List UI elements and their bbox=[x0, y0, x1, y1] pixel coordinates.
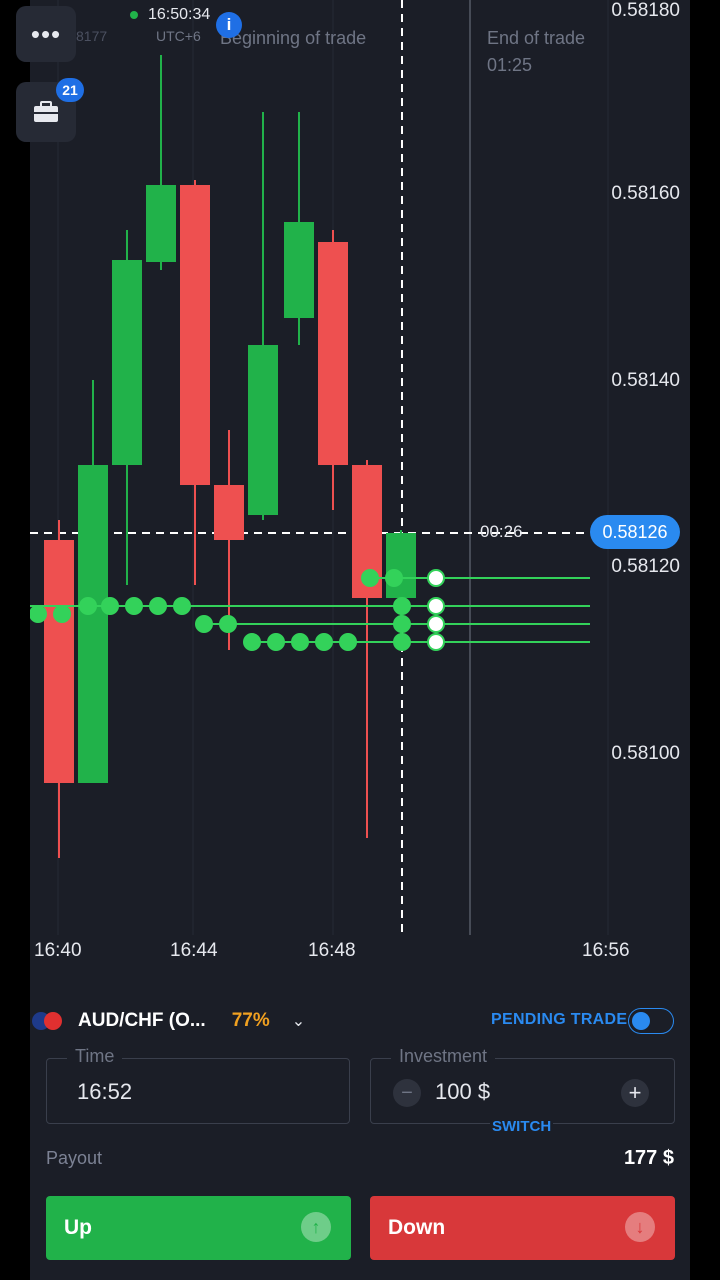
info-icon[interactable]: i bbox=[216, 12, 242, 38]
time-tick: 16:44 bbox=[170, 940, 218, 961]
arrow-up-icon: ↑ bbox=[301, 1212, 331, 1242]
asset-name: AUD/CHF (O... bbox=[78, 1010, 206, 1031]
trade-marker-icon bbox=[291, 633, 309, 651]
trade-marker-icon bbox=[125, 597, 143, 615]
trade-marker-icon bbox=[427, 615, 445, 633]
minus-icon: − bbox=[401, 1081, 413, 1104]
arrow-down-icon: ↓ bbox=[625, 1212, 655, 1242]
trade-markers bbox=[30, 569, 590, 651]
price-tick: 0.58180 bbox=[611, 0, 680, 21]
trade-marker-icon bbox=[427, 633, 445, 651]
candle-body bbox=[214, 485, 244, 540]
up-button[interactable]: Up ↑ bbox=[46, 1196, 351, 1260]
candles bbox=[44, 55, 416, 858]
menu-button[interactable]: ••• bbox=[16, 6, 76, 62]
price-chart[interactable]: 0.58180 0.58160 0.58140 0.58120 0.58100 … bbox=[30, 0, 690, 985]
trade-marker-icon bbox=[315, 633, 333, 651]
price-tick: 0.58120 bbox=[611, 556, 680, 577]
server-clock: 16:50:34 bbox=[130, 6, 210, 24]
candle-body bbox=[180, 185, 210, 485]
trading-app: 0.58180 0.58160 0.58140 0.58120 0.58100 … bbox=[0, 0, 720, 1280]
time-tick: 16:48 bbox=[308, 940, 356, 961]
more-dots-icon: ••• bbox=[30, 18, 62, 49]
switch-button[interactable]: SWITCH bbox=[490, 1118, 554, 1135]
portfolio-button[interactable]: 21 bbox=[16, 78, 84, 142]
trade-marker-icon bbox=[173, 597, 191, 615]
open-trades-badge: 21 bbox=[56, 78, 84, 102]
trade-marker-icon bbox=[393, 633, 411, 651]
price-tick: 0.58160 bbox=[611, 183, 680, 204]
time-tick: 16:56 bbox=[582, 940, 630, 961]
asset-selector[interactable]: AUD/CHF (O... 77% ⌄ bbox=[30, 1010, 305, 1032]
asset-payout-percent: 77% bbox=[231, 1010, 270, 1031]
down-label: Down bbox=[388, 1216, 446, 1239]
trade-marker-icon bbox=[101, 597, 119, 615]
end-of-trade-time: 01:25 bbox=[487, 55, 533, 75]
time-tick: 16:40 bbox=[34, 940, 82, 961]
trade-marker-icon bbox=[195, 615, 213, 633]
clock-time: 16:50:34 bbox=[148, 6, 211, 23]
trade-marker-icon bbox=[79, 597, 97, 615]
trade-marker-icon bbox=[243, 633, 261, 651]
trade-marker-icon bbox=[427, 569, 445, 587]
payout-label: Payout bbox=[46, 1148, 103, 1168]
current-price-badge: 0.58126 bbox=[590, 515, 680, 549]
investment-field[interactable]: Investment − 100 $ + bbox=[370, 1046, 675, 1124]
increase-investment-button[interactable]: + bbox=[621, 1079, 649, 1107]
pending-trade-label: PENDING TRADE bbox=[491, 1011, 628, 1028]
briefcase-icon bbox=[34, 101, 58, 122]
candle-body bbox=[248, 345, 278, 515]
trade-marker-icon bbox=[393, 597, 411, 615]
candle-countdown: 00:26 bbox=[480, 522, 523, 541]
trade-marker-icon bbox=[339, 633, 357, 651]
timezone-label[interactable]: UTC+6 bbox=[156, 28, 201, 44]
trade-marker-icon bbox=[149, 597, 167, 615]
up-label: Up bbox=[64, 1216, 92, 1239]
chevron-down-icon: ⌄ bbox=[291, 1013, 306, 1030]
decrease-investment-button[interactable]: − bbox=[393, 1079, 421, 1107]
candle-body bbox=[318, 242, 348, 465]
trade-marker-icon bbox=[267, 633, 285, 651]
price-tick: 0.58140 bbox=[611, 370, 680, 391]
candle-body bbox=[284, 222, 314, 318]
price-tick: 0.58100 bbox=[611, 743, 680, 764]
payout-value: 177 $ bbox=[623, 1147, 674, 1169]
candlestick-chart bbox=[30, 0, 609, 935]
trade-marker-icon bbox=[393, 615, 411, 633]
down-button[interactable]: Down ↓ bbox=[370, 1196, 675, 1260]
trade-marker-icon bbox=[30, 605, 47, 623]
trade-marker-icon bbox=[53, 605, 71, 623]
pending-trade-toggle[interactable] bbox=[628, 1008, 674, 1034]
trade-marker-icon bbox=[427, 597, 445, 615]
online-dot-icon bbox=[130, 10, 138, 19]
plus-icon: + bbox=[628, 1080, 642, 1105]
currency-flags-icon bbox=[30, 1010, 66, 1032]
time-value: 16:52 bbox=[77, 1079, 133, 1104]
trade-marker-icon bbox=[385, 569, 403, 587]
time-legend: Time bbox=[67, 1046, 123, 1067]
candle-body bbox=[112, 260, 142, 465]
beginning-of-trade-label: Beginning of trade bbox=[220, 28, 367, 48]
investment-value: 100 $ bbox=[435, 1079, 491, 1104]
investment-legend: Investment bbox=[391, 1046, 496, 1067]
candle-body bbox=[146, 185, 176, 262]
trade-marker-icon bbox=[219, 615, 237, 633]
candle-body bbox=[386, 533, 416, 598]
time-field[interactable]: Time 16:52 bbox=[46, 1046, 350, 1124]
candle-body bbox=[78, 465, 108, 783]
candle-body bbox=[44, 540, 74, 783]
end-of-trade-label: End of trade bbox=[487, 28, 586, 48]
account-id: 8177 bbox=[76, 28, 108, 44]
trade-marker-icon bbox=[361, 569, 379, 587]
